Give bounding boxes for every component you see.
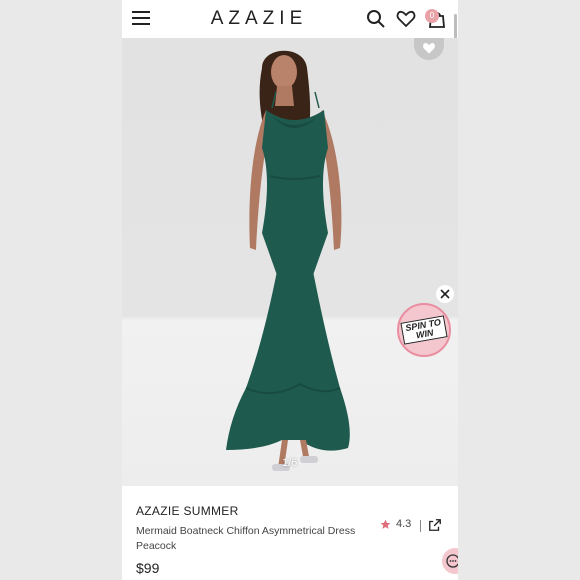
product-brand: AZAZIE SUMMER	[136, 504, 239, 518]
product-rating[interactable]: 4.3	[380, 518, 411, 530]
product-image[interactable]: 1/6 SPIN TO WIN	[122, 38, 458, 486]
spin-to-win-label: SPIN TO WIN	[400, 315, 448, 345]
heart-icon	[423, 43, 435, 54]
heart-icon[interactable]	[396, 9, 416, 29]
image-counter: 1/6	[282, 457, 298, 469]
app-frame: AZAZIE 0 1/6 SPIN TO WIN AZAZIE SUMMER M…	[122, 0, 458, 580]
right-backdrop	[458, 0, 580, 580]
product-info: AZAZIE SUMMER Mermaid Boatneck Chiffon A…	[122, 486, 458, 580]
spin-to-win-button[interactable]: SPIN TO WIN	[397, 303, 451, 357]
product-price: $99	[136, 560, 160, 576]
search-icon[interactable]	[366, 9, 386, 29]
left-backdrop	[0, 0, 122, 580]
chat-icon	[446, 554, 458, 568]
menu-icon[interactable]	[132, 11, 150, 25]
share-icon[interactable]	[428, 518, 442, 532]
cart-count-badge: 0	[425, 9, 439, 23]
divider	[420, 520, 421, 532]
close-spin-button[interactable]	[436, 285, 454, 303]
close-icon	[440, 289, 450, 299]
chat-button[interactable]	[442, 548, 458, 574]
brand-logo[interactable]: AZAZIE	[194, 8, 324, 30]
product-title: Mermaid Boatneck Chiffon Asymmetrical Dr…	[136, 525, 356, 552]
model-photo	[226, 50, 350, 471]
rating-value: 4.3	[396, 518, 412, 530]
star-icon	[380, 519, 391, 529]
top-nav: AZAZIE 0	[122, 0, 458, 39]
